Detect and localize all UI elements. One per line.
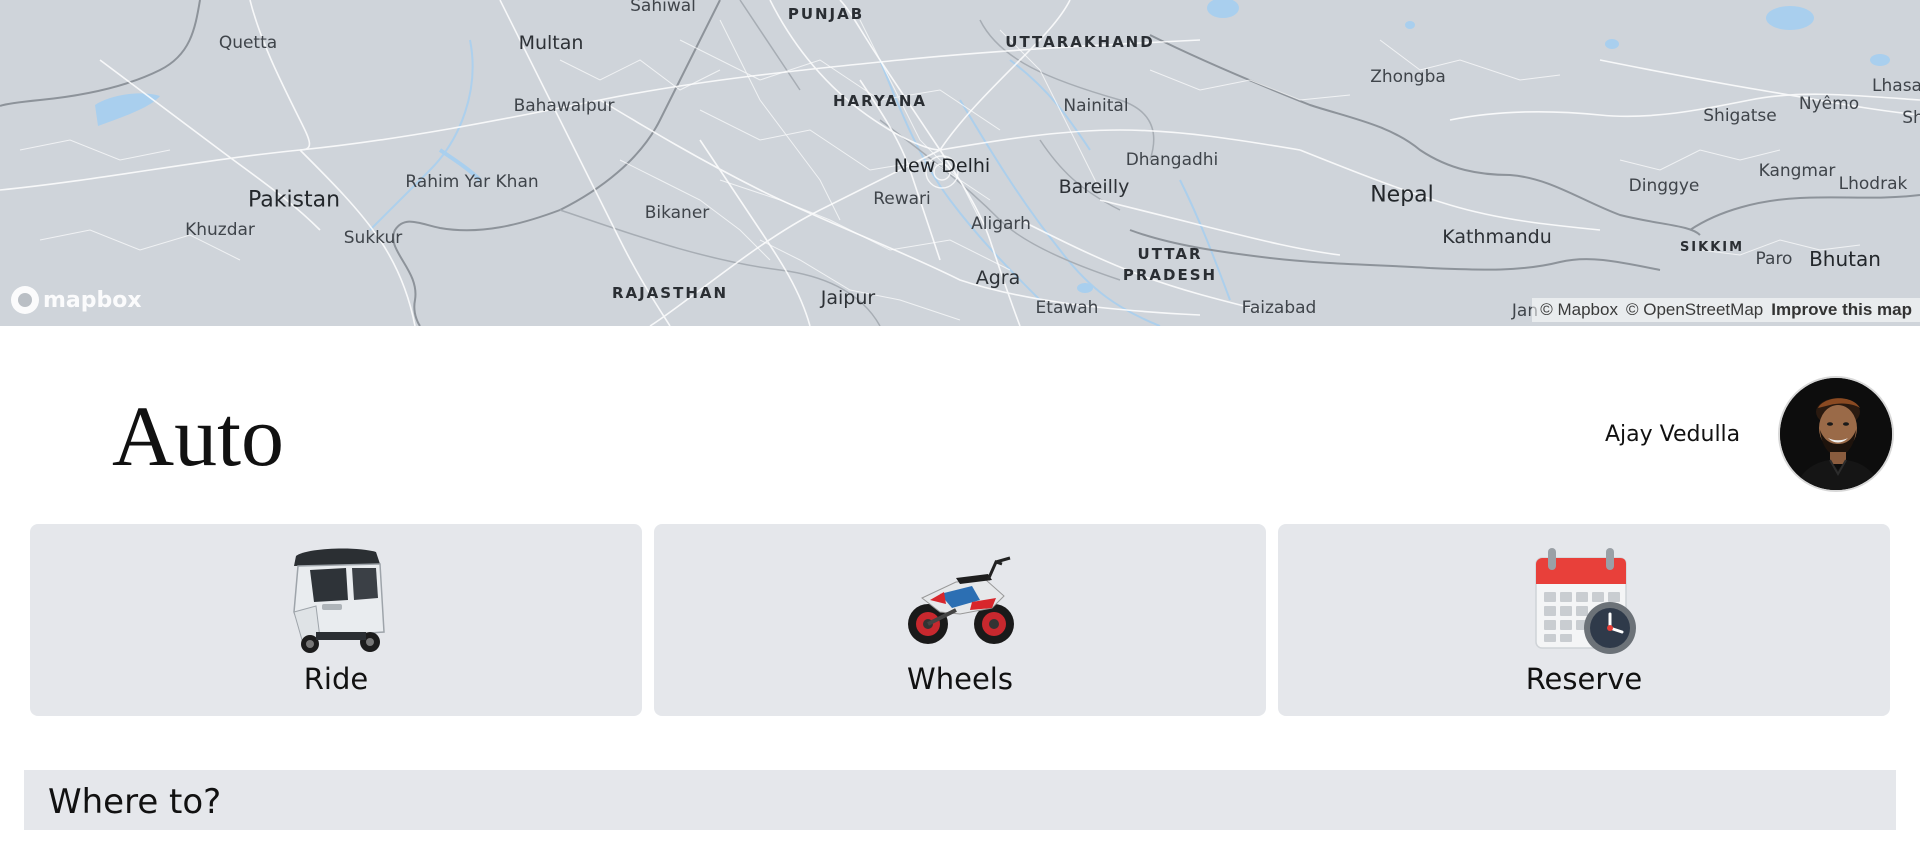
map-label-kangmar: Kangmar [1758,161,1836,181]
map-label-quetta: Quetta [218,33,278,53]
map-label-nyemo: Nyêmo [1798,94,1860,114]
map-label-kathmandu: Kathmandu [1442,226,1552,248]
map-label-pradesh: PRADESH [1122,266,1218,284]
map-label-multan: Multan [518,32,584,54]
map-label-nainital: Nainital [1063,96,1129,116]
map-label-aligarh: Aligarh [971,214,1031,234]
destination-placeholder: Where to? [48,782,222,822]
map-label-sahiwal: Sahiwal [630,0,696,16]
map-label-shigatse: Shigatse [1703,106,1777,126]
motorcycle-icon [908,556,1014,644]
map-label-haryana: HARYANA [832,92,928,110]
map-label-new-delhi: New Delhi [893,155,991,177]
service-label-wheels: Wheels [907,662,1013,696]
user-photo [1780,378,1892,490]
map-label-bhutan: Bhutan [1809,247,1881,271]
map-label-bikaner: Bikaner [644,203,710,223]
mapbox-logo[interactable]: mapbox [11,286,142,314]
map-label-jaipur: Jaipur [820,287,876,309]
map-label-paro: Paro [1755,249,1793,269]
service-card-wheels[interactable]: Wheels [654,524,1266,716]
map-label-agra: Agra [975,267,1021,289]
map-label-khuzdar: Khuzdar [185,220,255,240]
map-label-etawah: Etawah [1035,298,1099,318]
mapbox-attribution-link[interactable]: © Mapbox [1540,300,1618,320]
map-label-uttar: UTTAR [1137,245,1203,263]
map-label-sukkur: Sukkur [343,228,403,248]
app-logo: Auto [112,388,284,484]
auto-rickshaw-icon [293,548,385,653]
map-label-zhongba: Zhongba [1370,67,1446,87]
map-label-punjab: PUNJAB [787,5,865,23]
map-label-pakistan: Pakistan [247,187,341,213]
map-label-rewari: Rewari [873,189,931,209]
map[interactable]: Sahiwal PUNJAB UTTARAKHAND Quetta Multan… [0,0,1920,326]
osm-attribution-link[interactable]: © OpenStreetMap [1626,300,1763,320]
map-label-sikkim: SIKKIM [1679,240,1745,255]
mapbox-logo-icon [11,286,39,314]
improve-map-link[interactable]: Improve this map [1771,300,1912,320]
map-label-nepal: Nepal [1370,182,1434,208]
map-label-bareilly: Bareilly [1058,176,1130,198]
service-label-reserve: Reserve [1525,662,1643,696]
map-label-rajasthan: RAJASTHAN [611,284,729,302]
map-label-rahim-yar-khan: Rahim Yar Khan [405,172,539,192]
map-label-dinggye: Dinggye [1628,176,1700,196]
mapbox-logo-text: mapbox [43,287,142,313]
map-label-faizabad: Faizabad [1241,298,1317,318]
service-card-reserve[interactable]: Reserve [1278,524,1890,716]
map-label-lhodrak: Lhodrak [1838,174,1908,194]
map-label-bahawalpur: Bahawalpur [513,96,615,116]
calendar-clock-icon [1535,548,1636,654]
destination-search-input[interactable]: Where to? [24,770,1896,830]
service-card-ride[interactable]: Ride [30,524,642,716]
map-label-uttarakhand: UTTARAKHAND [1005,33,1155,51]
map-label-dhangadhi: Dhangadhi [1125,150,1219,170]
user-name: Ajay Vedulla [1605,422,1741,447]
map-attribution: © Mapbox © OpenStreetMap Improve this ma… [1532,298,1920,322]
service-options: Ride Wheels Reserve [30,524,1890,716]
avatar[interactable] [1778,376,1894,492]
map-label-sh: Sh [1902,108,1920,128]
service-label-ride: Ride [303,662,369,696]
map-label-lhasa: Lhasa [1872,76,1920,96]
